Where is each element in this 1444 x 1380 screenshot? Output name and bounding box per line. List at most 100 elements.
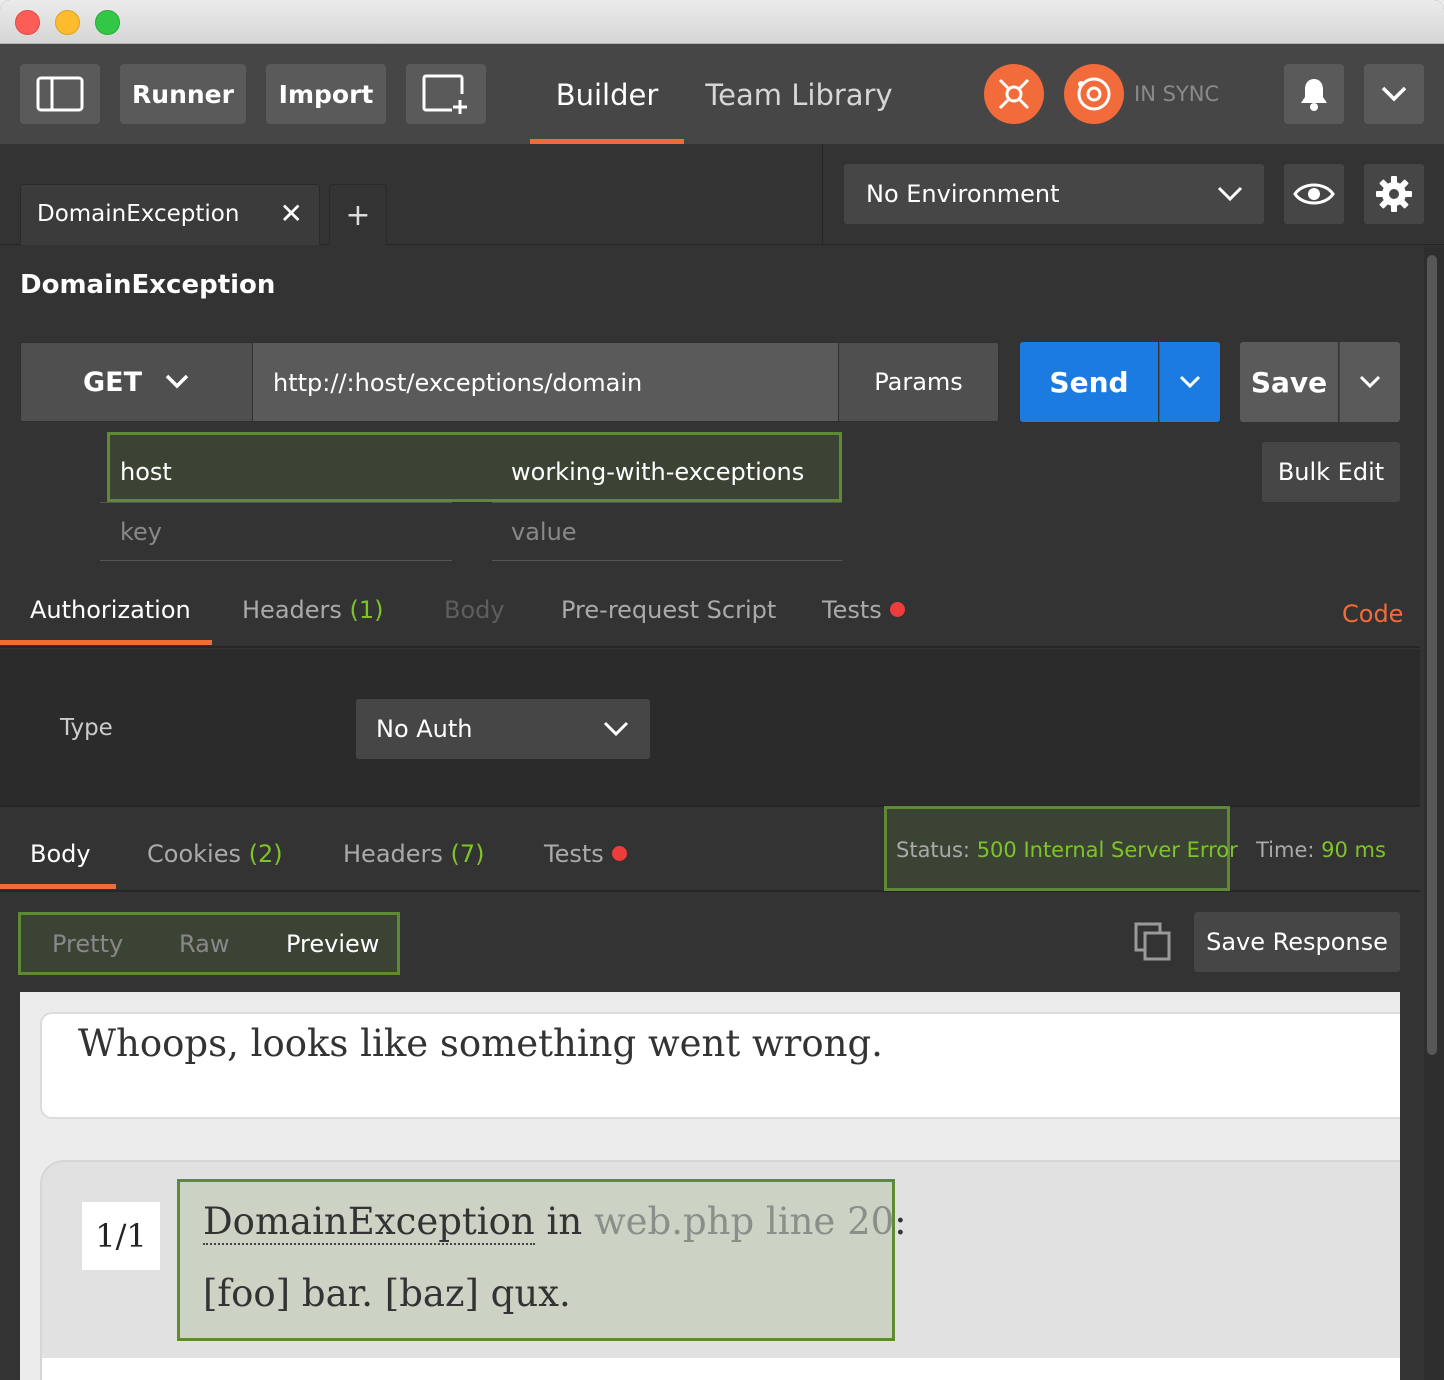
tab-headers[interactable]: Headers (1): [242, 596, 384, 624]
tab-body[interactable]: Body: [444, 596, 505, 624]
status-value: 500 Internal Server Error: [976, 838, 1238, 862]
request-tab[interactable]: DomainException ✕: [20, 184, 320, 245]
environment-select-label: No Environment: [866, 180, 1060, 208]
exception-counter: 1/1: [82, 1202, 160, 1270]
save-button[interactable]: Save: [1240, 342, 1338, 422]
params-button[interactable]: Params: [838, 342, 999, 422]
sidebar-icon: [36, 76, 84, 112]
active-tab-indicator: [0, 640, 212, 645]
status-label: Status:: [896, 838, 970, 862]
runner-button[interactable]: Runner: [120, 64, 246, 124]
tab-team-library[interactable]: Team Library: [700, 64, 898, 144]
exception-panel-footer: [42, 1358, 1400, 1380]
tab-response-body[interactable]: Body: [30, 840, 91, 868]
key-input[interactable]: key: [120, 518, 162, 546]
format-preview[interactable]: Preview: [286, 930, 379, 958]
response-tabs: Body Cookies (2) Headers (7) Tests Statu…: [0, 806, 1420, 892]
chevron-down-icon: [1217, 186, 1243, 202]
request-tab-bar: DomainException ✕ + No Environment: [0, 144, 1444, 245]
tab-test-results[interactable]: Tests: [544, 840, 627, 868]
copy-response-button[interactable]: [1134, 922, 1172, 966]
headers-count: (1): [349, 596, 384, 624]
zoom-window-button[interactable]: [95, 10, 120, 35]
tab-tests-label: Tests: [822, 596, 882, 624]
manage-environments-button[interactable]: [1364, 164, 1424, 224]
gear-icon: [1376, 176, 1412, 212]
tab-cookies[interactable]: Cookies (2): [147, 840, 283, 868]
request-tab-label: DomainException: [37, 201, 240, 227]
environment-quick-look-button[interactable]: [1284, 164, 1344, 224]
divider: [492, 560, 842, 561]
environment-select[interactable]: No Environment: [844, 164, 1264, 224]
notifications-button[interactable]: [1284, 64, 1344, 124]
auth-type-select[interactable]: No Auth: [356, 699, 650, 759]
cookies-count: (2): [248, 840, 283, 868]
minimize-window-button[interactable]: [55, 10, 80, 35]
scrollbar-thumb[interactable]: [1427, 255, 1437, 1055]
save-response-button[interactable]: Save Response: [1194, 912, 1400, 972]
value-input[interactable]: value: [511, 518, 577, 546]
tab-builder[interactable]: Builder: [530, 64, 684, 144]
save-options-button[interactable]: [1339, 342, 1400, 422]
url-input[interactable]: http://:host/exceptions/domain: [253, 342, 838, 422]
divider: [100, 502, 452, 503]
divider: [492, 502, 842, 503]
tab-prerequest-script[interactable]: Pre-request Script: [561, 596, 776, 624]
request-builder: DomainException GET http://:host/excepti…: [0, 246, 1424, 1380]
auth-type-value: No Auth: [376, 715, 473, 743]
status-dot-icon: [889, 601, 905, 617]
copy-icon: [1134, 922, 1171, 961]
satellite-icon: [998, 78, 1030, 110]
path-variable-value[interactable]: working-with-exceptions: [511, 458, 804, 486]
tab-headers-label: Headers: [242, 596, 342, 624]
code-link[interactable]: Code: [1342, 600, 1403, 628]
bell-icon: [1301, 79, 1327, 111]
chevron-down-icon: [165, 374, 189, 389]
chevron-down-icon: [1179, 375, 1201, 389]
send-button[interactable]: Send: [1020, 342, 1158, 422]
tab-response-headers[interactable]: Headers (7): [343, 840, 485, 868]
method-select[interactable]: GET: [20, 342, 253, 422]
close-icon[interactable]: ✕: [280, 197, 303, 230]
divider: [100, 560, 452, 561]
tab-response-headers-label: Headers: [343, 840, 443, 868]
tab-authorization[interactable]: Authorization: [30, 596, 191, 624]
request-subtabs: Authorization Headers (1) Body Pre-reque…: [0, 586, 1420, 648]
plus-icon: +: [345, 197, 371, 233]
close-window-button[interactable]: [15, 10, 40, 35]
import-button[interactable]: Import: [266, 64, 386, 124]
exception-colon: :: [894, 1200, 907, 1243]
sync-button[interactable]: [1064, 64, 1124, 124]
request-title: DomainException: [20, 270, 276, 300]
method-label: GET: [82, 366, 143, 398]
active-tab-indicator: [0, 884, 116, 889]
sync-orbit-icon: [1077, 77, 1111, 111]
new-window-button[interactable]: [406, 64, 486, 124]
divider: [822, 144, 823, 244]
status-dot-icon: [611, 845, 627, 861]
response-headers-count: (7): [450, 840, 485, 868]
error-headline: Whoops, looks like something went wrong.: [78, 1022, 883, 1065]
exception-class[interactable]: DomainException: [203, 1200, 535, 1245]
app-window: Runner Import Builder Team Library IN SY…: [0, 0, 1444, 1380]
exception-in: in: [546, 1200, 583, 1243]
bulk-edit-button[interactable]: Bulk Edit: [1262, 442, 1400, 502]
sync-status: IN SYNC: [1134, 82, 1220, 106]
toggle-sidebar-button[interactable]: [20, 64, 100, 124]
exception-location: web.php line 20: [593, 1200, 895, 1243]
send-options-button[interactable]: [1159, 342, 1220, 422]
toolbar: Runner Import Builder Team Library IN SY…: [0, 44, 1444, 144]
path-variable-key[interactable]: host: [120, 458, 172, 486]
tab-cookies-label: Cookies: [147, 840, 241, 868]
tab-test-results-label: Tests: [544, 840, 604, 868]
settings-menu-button[interactable]: [1364, 64, 1424, 124]
tab-tests[interactable]: Tests: [822, 596, 905, 624]
format-pretty[interactable]: Pretty: [52, 930, 123, 958]
authorization-panel: Type No Auth: [0, 649, 1420, 807]
exception-title: DomainException in web.php line 20:: [203, 1200, 907, 1245]
interceptor-button[interactable]: [984, 64, 1044, 124]
auth-type-label: Type: [60, 715, 113, 741]
format-raw[interactable]: Raw: [179, 930, 229, 958]
title-bar: [0, 0, 1444, 44]
new-tab-button[interactable]: +: [329, 184, 387, 245]
